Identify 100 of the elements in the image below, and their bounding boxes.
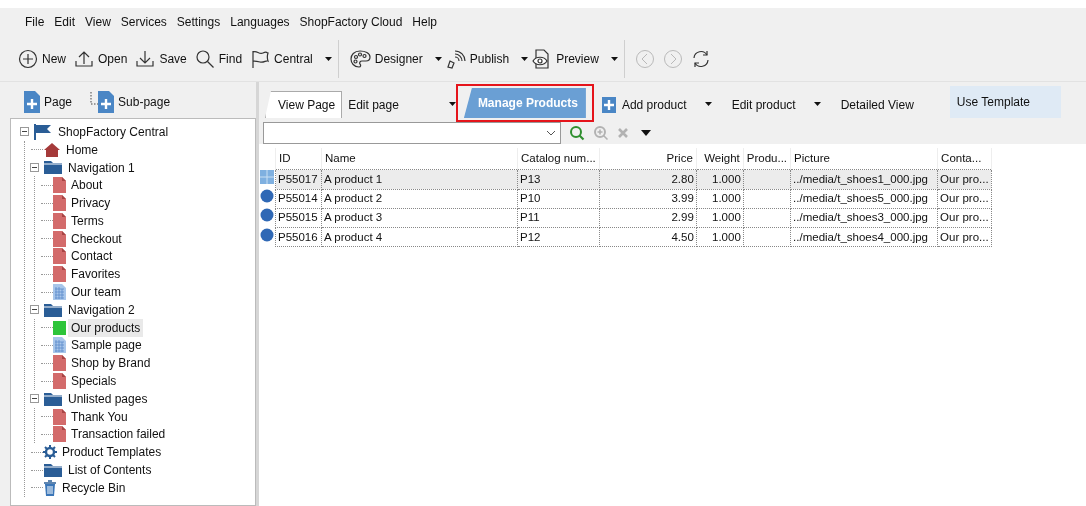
table-cell: 4.50 bbox=[599, 227, 697, 247]
toolbar-button[interactable]: Publish bbox=[441, 45, 514, 72]
menu-item[interactable]: File bbox=[20, 11, 50, 33]
tree-item[interactable]: Product Templates bbox=[59, 443, 165, 462]
toolbar-button[interactable]: Central bbox=[246, 45, 317, 72]
menu-item[interactable]: Edit bbox=[49, 11, 81, 33]
toolbar-button[interactable]: Add product bbox=[595, 92, 693, 118]
page-icon bbox=[53, 177, 66, 194]
toolbar-button[interactable]: Open bbox=[70, 45, 132, 72]
tree-item[interactable]: Our team bbox=[68, 283, 124, 302]
broadcast-icon bbox=[445, 48, 466, 69]
tree-item[interactable]: Favorites bbox=[68, 265, 124, 284]
search-icon bbox=[194, 48, 215, 69]
table-row[interactable]: P55016 A product 4 P12 4.50 1.000 ../media/t_shoes4_000.jpg Our pro... bbox=[259, 227, 992, 247]
dropdown-caret-icon[interactable] bbox=[610, 56, 618, 61]
tree-item[interactable]: Transaction failed bbox=[68, 425, 169, 444]
page-icon bbox=[53, 230, 66, 247]
new-page-button[interactable]: Page bbox=[20, 88, 77, 116]
table-cell: P13 bbox=[517, 169, 600, 189]
expand-toggle[interactable] bbox=[29, 163, 39, 172]
toolbar-button[interactable]: Designer bbox=[344, 45, 427, 72]
table-cell: P55016 bbox=[275, 227, 322, 247]
tree-item[interactable]: Navigation 2 bbox=[65, 300, 138, 319]
search-field[interactable] bbox=[263, 121, 561, 144]
grid-page-icon bbox=[53, 284, 66, 301]
menu-item[interactable]: Languages bbox=[225, 11, 295, 33]
table-cell: P12 bbox=[517, 227, 600, 247]
tab[interactable]: Edit page bbox=[342, 92, 405, 118]
dropdown-caret-icon[interactable] bbox=[704, 102, 712, 106]
table-cell: P55014 bbox=[275, 189, 322, 209]
grid-icon bbox=[260, 169, 274, 184]
table-row[interactable]: P55014 A product 2 P10 3.99 1.000 ../media/t_shoes5_000.jpg Our pro... bbox=[259, 189, 992, 209]
gear-icon bbox=[43, 445, 57, 460]
menu-item[interactable]: Services bbox=[115, 11, 172, 33]
table-row[interactable]: P55015 A product 3 P11 2.99 1.000 ../media/t_shoes3_000.jpg Our pro... bbox=[259, 208, 992, 228]
dropdown-caret-icon[interactable] bbox=[521, 56, 529, 61]
chevron-down-icon[interactable] bbox=[546, 129, 556, 136]
toolbar-button[interactable]: Save bbox=[131, 45, 191, 72]
tree-item[interactable]: ShopFactory Central bbox=[55, 122, 172, 141]
tree-item[interactable]: Privacy bbox=[68, 194, 114, 213]
table-cell: Our pro... bbox=[937, 227, 992, 247]
menu-item[interactable]: Settings bbox=[171, 11, 226, 33]
menu-item[interactable]: ShopFactory Cloud bbox=[294, 11, 408, 33]
toggle-button[interactable]: Use Template bbox=[949, 86, 1061, 118]
page-icon bbox=[53, 355, 66, 372]
tab[interactable]: View Page bbox=[265, 91, 343, 118]
table-cell: 3.99 bbox=[599, 189, 697, 209]
dot-icon bbox=[260, 189, 274, 203]
toolbar-button[interactable]: Preview bbox=[528, 45, 603, 72]
tree-item[interactable]: Navigation 1 bbox=[65, 158, 138, 177]
toolbar-button[interactable]: Edit product bbox=[725, 92, 802, 118]
folder-icon bbox=[43, 301, 63, 318]
table-cell: P11 bbox=[517, 208, 600, 228]
toolbar-button[interactable]: New bbox=[14, 45, 70, 72]
page-icon bbox=[53, 426, 66, 443]
tree-item[interactable]: List of Contents bbox=[65, 461, 155, 480]
table-row[interactable]: P55017 A product 1 P13 2.80 1.000 ../media/t_shoes1_000.jpg Our pro... bbox=[259, 169, 992, 189]
page-icon bbox=[53, 408, 66, 425]
tree-item[interactable]: Checkout bbox=[68, 229, 125, 248]
dropdown-caret-icon[interactable] bbox=[448, 102, 456, 106]
trash-icon bbox=[43, 479, 57, 496]
menu-item[interactable]: View bbox=[80, 11, 116, 33]
menu-item[interactable]: Help bbox=[407, 11, 442, 33]
folder-icon bbox=[43, 462, 63, 479]
palette-icon bbox=[348, 48, 371, 69]
table-cell: Our pro... bbox=[937, 208, 992, 228]
search-icon[interactable] bbox=[569, 124, 585, 141]
tree-item[interactable]: Specials bbox=[68, 372, 120, 391]
tree-item[interactable]: Unlisted pages bbox=[65, 389, 151, 408]
page-plus-icon bbox=[24, 91, 40, 113]
table-cell: 1.000 bbox=[696, 189, 744, 209]
toolbar-button[interactable]: Find bbox=[190, 45, 247, 72]
back-icon bbox=[634, 48, 655, 69]
expand-toggle[interactable] bbox=[29, 394, 39, 404]
tree-item[interactable]: Terms bbox=[68, 211, 107, 230]
dropdown-caret-icon[interactable] bbox=[324, 56, 332, 61]
tree-item[interactable]: Thank You bbox=[68, 407, 131, 426]
new-sub-page-button[interactable]: Sub-page bbox=[86, 88, 175, 116]
caret-icon[interactable] bbox=[641, 129, 651, 136]
table-cell: A product 3 bbox=[321, 208, 518, 228]
table-cell: Our pro... bbox=[937, 169, 992, 189]
tree-item[interactable]: Recycle Bin bbox=[59, 478, 129, 497]
tree-item[interactable]: Home bbox=[63, 140, 101, 159]
expand-toggle[interactable] bbox=[19, 127, 29, 137]
table-cell: P55017 bbox=[275, 169, 322, 189]
table-cell: 2.99 bbox=[599, 208, 697, 228]
tree-item[interactable]: About bbox=[68, 176, 106, 195]
tree-item[interactable]: Our products bbox=[68, 318, 144, 337]
flag-icon bbox=[250, 48, 271, 69]
table-cell: 2.80 bbox=[599, 169, 697, 189]
dropdown-caret-icon[interactable] bbox=[813, 102, 821, 106]
tree-item[interactable]: Sample page bbox=[68, 336, 145, 355]
toolbar-button[interactable]: Detailed View bbox=[834, 92, 920, 118]
dropdown-caret-icon[interactable] bbox=[434, 56, 442, 61]
expand-toggle[interactable] bbox=[29, 305, 39, 315]
page-icon bbox=[53, 195, 66, 212]
grid-page-icon bbox=[53, 337, 66, 354]
table-cell: 1.000 bbox=[696, 208, 744, 228]
tree-item[interactable]: Contact bbox=[68, 247, 116, 266]
tree-item[interactable]: Shop by Brand bbox=[68, 354, 154, 373]
